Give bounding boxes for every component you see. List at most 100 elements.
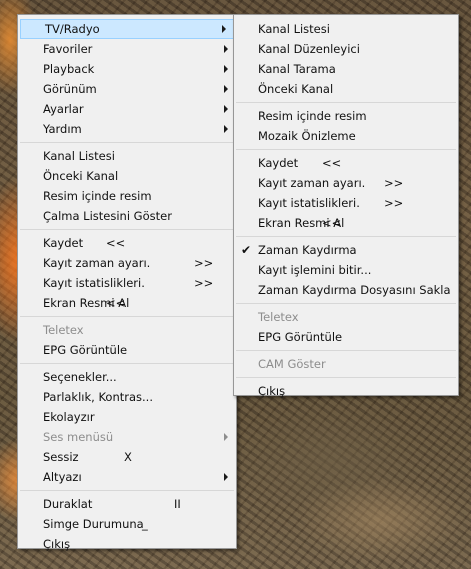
shortcut-hint: >> — [194, 256, 214, 270]
menu-item-gorunum[interactable]: Görünüm — [18, 79, 236, 99]
menu-item-label: Kayıt işlemini bitir... — [258, 263, 372, 277]
menu-item-favoriler[interactable]: Favoriler — [18, 39, 236, 59]
menu-item-calma-listesini-goster[interactable]: Çalma Listesini Göster — [18, 206, 236, 226]
menu-item-ayarlar[interactable]: Ayarlar — [18, 99, 236, 119]
submenu-arrow-icon — [224, 45, 228, 53]
menu-item-label: Kayıt zaman ayarı. — [258, 176, 366, 190]
shortcut-hint: << — [106, 236, 126, 250]
tv-radyo-submenu: Kanal Listesi Kanal Düzenleyici Kanal Tara… — [233, 14, 459, 398]
menu-item-label: Kanal Listesi — [258, 22, 330, 36]
menu-item-label: CAM Göster — [258, 357, 326, 371]
menu-item-kanal-tarama[interactable]: Kanal Tarama — [234, 59, 458, 79]
submenu-arrow-icon — [224, 105, 228, 113]
menu-item-sessiz[interactable]: Sessiz X — [18, 447, 236, 467]
menu-item-secenekler[interactable]: Seçenekler... — [18, 367, 236, 387]
menu-item-label: Parlaklık, Kontras... — [43, 390, 153, 404]
menu-item-onceki-kanal[interactable]: Önceki Kanal — [18, 166, 236, 186]
menu-item-ses-menusu: Ses menüsü — [18, 427, 236, 447]
shortcut-hint: >> — [384, 176, 404, 190]
menu-item-label: Çıkış — [43, 537, 71, 551]
menu-item-label: Ayarlar — [43, 102, 84, 116]
menu-item-yardim[interactable]: Yardım — [18, 119, 236, 139]
menu-item-mozaik-onizleme[interactable]: Mozaik Önizleme — [234, 126, 458, 146]
menu-item-label: TV/Radyo — [45, 22, 100, 36]
menu-item-label: Önceki Kanal — [258, 82, 334, 96]
menu-item-cikis[interactable]: Çıkış — [18, 534, 236, 554]
menu-item-label: Yardım — [43, 122, 82, 136]
menu-item-label: Simge Durumuna — [43, 517, 144, 531]
menu-item-label: Resim içinde resim — [43, 189, 152, 203]
menu-item-kaydet[interactable]: Kaydet << — [234, 153, 458, 173]
menu-item-altyazi[interactable]: Altyazı — [18, 467, 236, 487]
menu-item-zaman-kaydirma[interactable]: ✔ Zaman Kaydırma — [234, 240, 458, 260]
menu-item-kanal-listesi[interactable]: Kanal Listesi — [18, 146, 236, 166]
menu-item-ekolayzir[interactable]: Ekolayzır — [18, 407, 236, 427]
menu-separator — [20, 490, 234, 491]
menu-item-kanal-duzenleyici[interactable]: Kanal Düzenleyici — [234, 39, 458, 59]
menu-item-label: Playback — [43, 62, 95, 76]
menu-item-ekran-resmi-al[interactable]: Ekran Resmi Al << — [18, 293, 236, 313]
checkmark-icon: ✔ — [241, 243, 252, 257]
menu-item-ekran-resmi-al[interactable]: Ekran Resmi Al << — [234, 213, 458, 233]
menu-item-epg-goruntule[interactable]: EPG Görüntüle — [18, 340, 236, 360]
menu-item-kayit-zaman-ayari[interactable]: Kayıt zaman ayarı. >> — [234, 173, 458, 193]
menu-item-kayit-islemini-bitir[interactable]: Kayıt işlemini bitir... — [234, 260, 458, 280]
menu-item-kayit-istatislikleri[interactable]: Kayıt istatislikleri. >> — [234, 193, 458, 213]
submenu-arrow-icon — [224, 473, 228, 481]
menu-item-kayit-zaman-ayari[interactable]: Kayıt zaman ayarı. >> — [18, 253, 236, 273]
menu-item-zaman-kaydirma-dosyasini-sakla[interactable]: Zaman Kaydırma Dosyasını Sakla — [234, 280, 458, 300]
menu-item-label: Zaman Kaydırma — [258, 243, 357, 257]
submenu-arrow-icon — [222, 25, 226, 33]
menu-item-label: Zaman Kaydırma Dosyasını Sakla — [258, 283, 451, 297]
menu-separator — [236, 350, 456, 351]
shortcut-hint: << — [106, 296, 126, 310]
submenu-arrow-icon — [224, 125, 228, 133]
menu-item-kanal-listesi[interactable]: Kanal Listesi — [234, 19, 458, 39]
menu-item-cam-goster: CAM Göster — [234, 354, 458, 374]
menu-item-label: Önceki Kanal — [43, 169, 119, 183]
menu-item-label: Teletex — [43, 323, 84, 337]
menu-item-label: Altyazı — [43, 470, 82, 484]
menu-item-label: Favoriler — [43, 42, 93, 56]
menu-item-label: Görünüm — [43, 82, 97, 96]
menu-separator — [236, 102, 456, 103]
menu-item-label: Sessiz — [43, 450, 79, 464]
menu-item-tv-radyo[interactable]: TV/Radyo — [20, 19, 234, 39]
menu-item-label: Ses menüsü — [43, 430, 114, 444]
shortcut-hint: _ — [142, 517, 148, 531]
shortcut-hint: >> — [194, 276, 214, 290]
menu-item-label: Kanal Listesi — [43, 149, 115, 163]
menu-item-kayit-istatislikleri[interactable]: Kayıt istatislikleri. >> — [18, 273, 236, 293]
menu-item-teletex: Teletex — [234, 307, 458, 327]
shortcut-hint: II — [174, 497, 181, 511]
menu-item-kaydet[interactable]: Kaydet << — [18, 233, 236, 253]
menu-separator — [20, 316, 234, 317]
submenu-arrow-icon — [224, 433, 228, 441]
menu-item-label: EPG Görüntüle — [43, 343, 128, 357]
main-context-menu: TV/Radyo Favoriler Playback Görünüm Ayarlar Y… — [17, 14, 237, 551]
menu-separator — [236, 377, 456, 378]
menu-item-label: EPG Görüntüle — [258, 330, 343, 344]
menu-item-cikis[interactable]: Çıkış — [234, 381, 458, 401]
menu-item-label: Kayıt istatislikleri. — [258, 196, 360, 210]
submenu-arrow-icon — [224, 85, 228, 93]
menu-item-label: Çıkış — [258, 384, 286, 398]
menu-item-duraklat[interactable]: Duraklat II — [18, 494, 236, 514]
menu-item-label: Kayıt istatislikleri. — [43, 276, 145, 290]
menu-item-simge-durumuna[interactable]: Simge Durumuna _ — [18, 514, 236, 534]
menu-item-playback[interactable]: Playback — [18, 59, 236, 79]
menu-item-label: Çalma Listesini Göster — [43, 209, 172, 223]
menu-item-epg-goruntule[interactable]: EPG Görüntüle — [234, 327, 458, 347]
submenu-arrow-icon — [224, 65, 228, 73]
menu-item-label: Kayıt zaman ayarı. — [43, 256, 151, 270]
shortcut-hint: X — [124, 450, 132, 464]
menu-item-label: Kaydet — [43, 236, 84, 250]
menu-item-parlaklik-kontras[interactable]: Parlaklık, Kontras... — [18, 387, 236, 407]
menu-item-resim-icinde-resim[interactable]: Resim içinde resim — [18, 186, 236, 206]
menu-item-resim-icinde-resim[interactable]: Resim içinde resim — [234, 106, 458, 126]
menu-item-label: Duraklat — [43, 497, 93, 511]
menu-separator — [20, 142, 234, 143]
menu-item-onceki-kanal[interactable]: Önceki Kanal — [234, 79, 458, 99]
menu-separator — [236, 236, 456, 237]
menu-item-label: Kaydet — [258, 156, 299, 170]
